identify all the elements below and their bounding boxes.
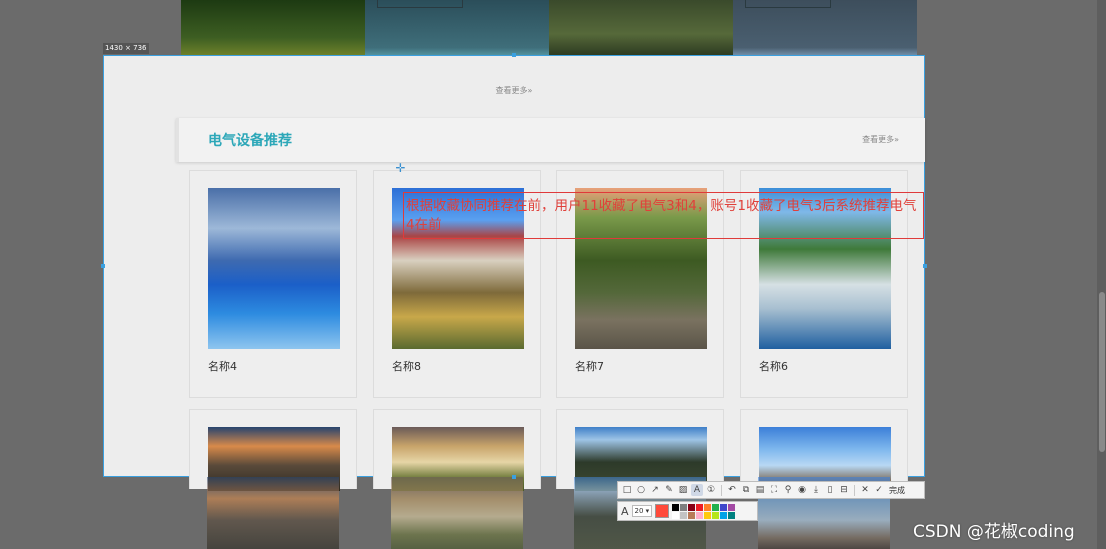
- lone-tree-photo-dimmed: [391, 477, 523, 549]
- color-swatch[interactable]: [704, 511, 712, 519]
- crosshair-cursor-icon: ✛: [395, 161, 406, 175]
- current-color-swatch[interactable]: [655, 504, 670, 518]
- color-swatch[interactable]: [720, 503, 728, 511]
- color-swatch[interactable]: [672, 511, 680, 519]
- resize-handle-bottom[interactable]: [512, 475, 516, 479]
- font-size-value: 20: [634, 507, 644, 515]
- record-icon[interactable]: ◉: [796, 484, 808, 496]
- resize-handle-right[interactable]: [923, 264, 927, 268]
- mountain-lake-photo: [208, 188, 340, 349]
- check-icon[interactable]: ✓: [873, 484, 885, 496]
- screenshot-capture-region[interactable]: 查看更多» 电气设备推荐 查看更多» 名称4 名称8 名称7 名称6: [103, 55, 925, 491]
- number-icon[interactable]: ①: [705, 484, 717, 496]
- product-name: 名称8: [392, 360, 421, 373]
- pin-icon[interactable]: ⧉: [740, 484, 752, 496]
- color-swatch[interactable]: [720, 511, 728, 519]
- toolbar-divider: [721, 484, 722, 496]
- color-palette: [672, 503, 736, 519]
- toolbar-divider: [854, 484, 855, 496]
- product-name: 名称6: [759, 360, 788, 373]
- see-more-link-top[interactable]: 查看更多»: [104, 85, 924, 96]
- color-swatch[interactable]: [712, 511, 720, 519]
- product-card[interactable]: 名称4: [189, 170, 357, 398]
- mosaic-icon[interactable]: ▨: [677, 484, 689, 496]
- color-swatch[interactable]: [704, 503, 712, 511]
- section-title: 电气设备推荐: [208, 133, 292, 149]
- font-icon: A: [621, 504, 629, 518]
- color-swatch[interactable]: [688, 511, 696, 519]
- download-icon[interactable]: ⤓: [810, 484, 822, 496]
- save-icon[interactable]: ▯: [824, 484, 836, 496]
- color-swatch[interactable]: [728, 503, 736, 511]
- color-swatch[interactable]: [680, 511, 688, 519]
- font-size-select[interactable]: 20 ▾: [631, 505, 653, 517]
- section-see-more-link[interactable]: 查看更多»: [862, 134, 899, 145]
- color-swatch[interactable]: [712, 503, 720, 511]
- pen-icon[interactable]: ✎: [663, 484, 675, 496]
- product-name: 名称7: [575, 360, 604, 373]
- resize-handle-top[interactable]: [512, 53, 516, 57]
- arrow-icon[interactable]: ↗: [649, 484, 661, 496]
- color-swatch[interactable]: [696, 511, 704, 519]
- resize-handle-left[interactable]: [101, 264, 105, 268]
- color-swatch[interactable]: [688, 503, 696, 511]
- watermark: CSDN @花椒coding: [913, 522, 1075, 542]
- color-swatch[interactable]: [728, 511, 736, 519]
- color-swatch[interactable]: [680, 503, 688, 511]
- ocr-icon[interactable]: ▤: [754, 484, 766, 496]
- text-style-bar: A 20 ▾: [617, 501, 758, 521]
- done-button[interactable]: 完成: [889, 485, 905, 496]
- section-header: 电气设备推荐 查看更多»: [176, 118, 925, 162]
- translate-icon[interactable]: ⊟: [838, 484, 850, 496]
- text-icon[interactable]: A: [691, 484, 703, 496]
- fullscreen-icon[interactable]: ⛶: [768, 484, 780, 496]
- sunset-mountains-photo-dimmed: [207, 477, 339, 549]
- color-swatch[interactable]: [696, 503, 704, 511]
- screenshot-toolbar: □ ○ ↗ ✎ ▨ A ① ↶ ⧉ ▤ ⛶ ⚲ ◉ ⤓ ▯ ⊟ ✕ ✓ 完成: [617, 481, 925, 499]
- product-name: 名称4: [208, 360, 237, 373]
- close-icon[interactable]: ✕: [859, 484, 871, 496]
- ellipse-icon[interactable]: ○: [635, 484, 647, 496]
- capture-dimension-label: 1430 × 736: [103, 43, 149, 54]
- color-swatch[interactable]: [672, 503, 680, 511]
- undo-icon[interactable]: ↶: [726, 484, 738, 496]
- page-scrollbar[interactable]: [1097, 0, 1106, 549]
- annotation-text[interactable]: 根据收藏协同推荐在前，用户11收藏了电气3和4，账号1收藏了电气3后系统推荐电气…: [406, 197, 921, 235]
- pushpin-icon[interactable]: ⚲: [782, 484, 794, 496]
- scrollbar-thumb[interactable]: [1099, 292, 1105, 452]
- rectangle-icon[interactable]: □: [621, 484, 633, 496]
